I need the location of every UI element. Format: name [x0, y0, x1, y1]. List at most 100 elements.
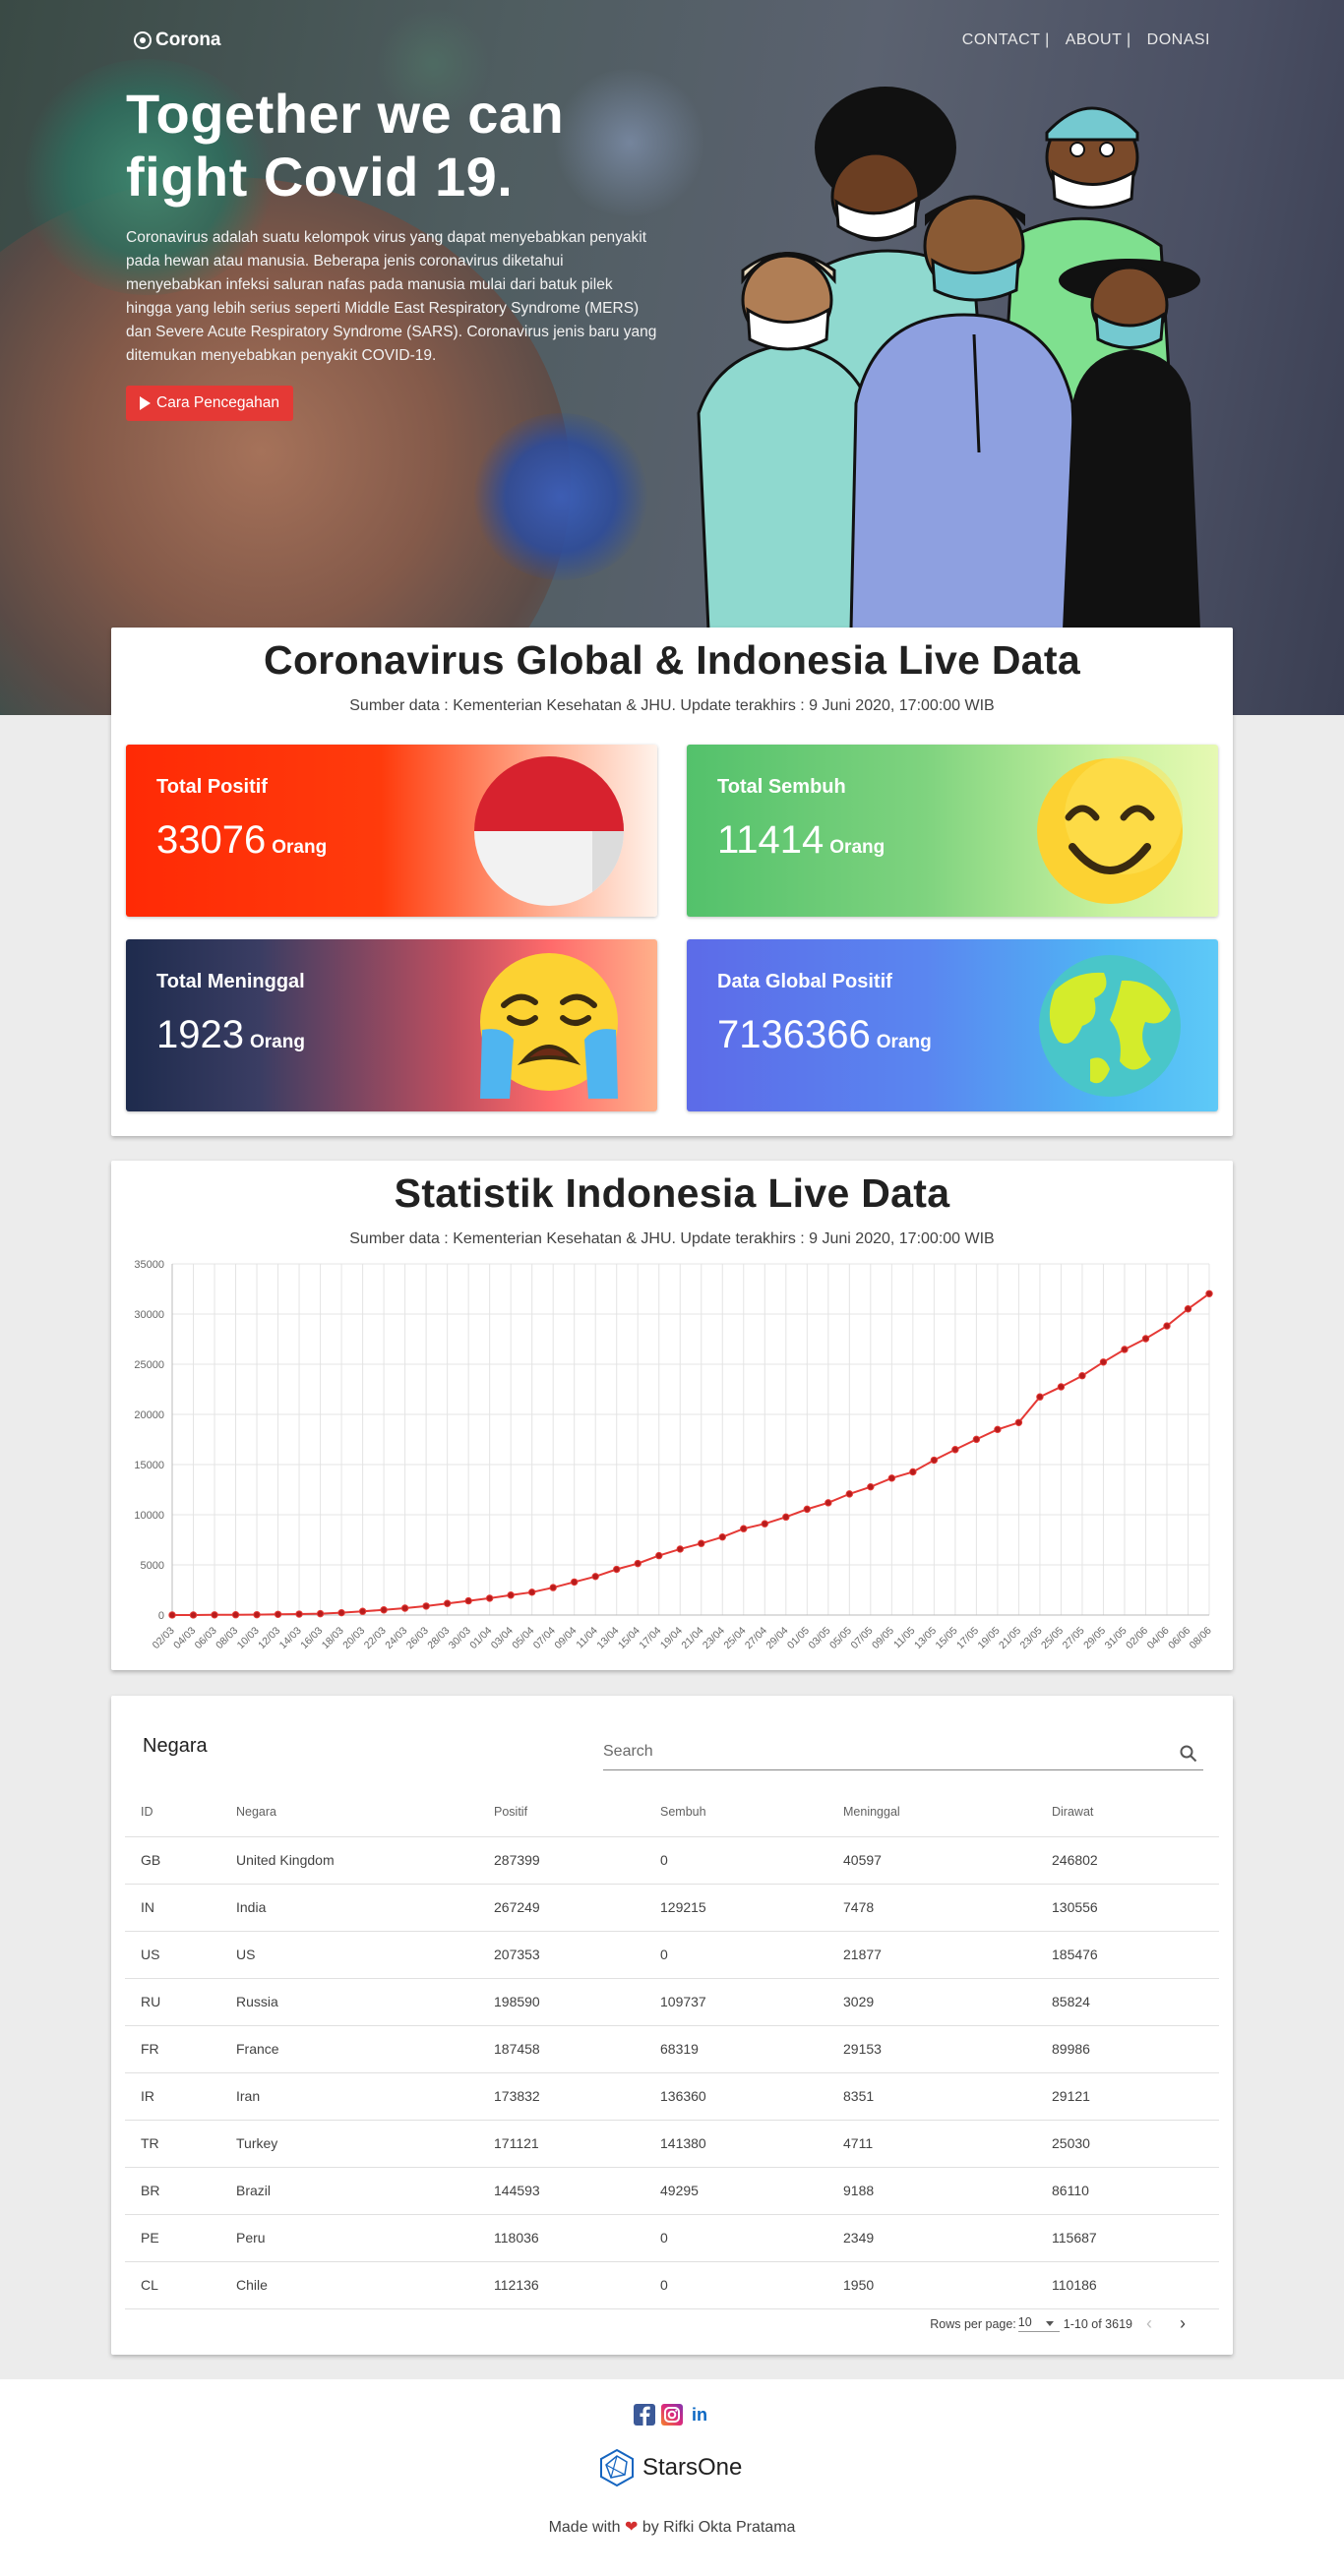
x-tick-label: 19/05	[976, 1625, 1003, 1651]
x-tick-label: 13/05	[912, 1625, 939, 1651]
table-row[interactable]: PE Peru 118036 0 2349 115687	[125, 2214, 1219, 2262]
search-icon[interactable]	[1180, 1745, 1197, 1763]
table-cell: 89986	[1036, 2025, 1219, 2073]
x-tick-label: 14/03	[277, 1625, 304, 1651]
x-tick-label: 20/03	[340, 1625, 367, 1651]
table-cell: 40597	[827, 1836, 1036, 1885]
social-links: in	[634, 2404, 710, 2426]
table-cell: 25030	[1036, 2120, 1219, 2168]
footer: in StarsOne Made with ❤ by Rifki Okta Pr…	[0, 2379, 1344, 2576]
data-point	[464, 1596, 472, 1605]
earth-globe-icon	[1039, 955, 1181, 1097]
table-cell: RU	[125, 1978, 220, 2026]
next-page-icon[interactable]: ›	[1166, 2313, 1199, 2334]
stat-value: 11414	[717, 818, 825, 862]
data-point	[316, 1609, 325, 1618]
x-tick-label: 25/05	[1039, 1625, 1066, 1651]
data-point	[380, 1606, 388, 1614]
table-row[interactable]: FR France 187458 68319 29153 89986	[125, 2025, 1219, 2073]
live-data-card: Coronavirus Global & Indonesia Live Data…	[111, 628, 1233, 1136]
data-point	[845, 1490, 854, 1498]
x-tick-label: 10/03	[235, 1625, 262, 1651]
hero-description: Coronavirus adalah suatu kelompok virus …	[126, 229, 657, 364]
chart-x-axis: 02/0304/0306/0308/0310/0312/0314/0316/03…	[151, 1625, 1214, 1651]
x-tick-label: 05/05	[827, 1625, 854, 1651]
table-row[interactable]: IN India 267249 129215 7478 130556	[125, 1884, 1219, 1932]
column-header-sembuh[interactable]: Sembuh	[644, 1787, 827, 1837]
nav-link-about[interactable]: ABOUT |	[1066, 31, 1131, 49]
table-cell: 0	[644, 2214, 827, 2262]
table-header-row: ID Negara Positif Sembuh Meninggal Diraw…	[125, 1787, 1219, 1837]
y-tick-label: 5000	[141, 1560, 164, 1572]
table-row[interactable]: TR Turkey 171121 141380 4711 25030	[125, 2120, 1219, 2168]
column-header-dirawat[interactable]: Dirawat	[1036, 1787, 1219, 1837]
stat-value-line: 1923 Orang	[156, 1013, 305, 1057]
table-cell: 129215	[644, 1884, 827, 1932]
table-row[interactable]: CL Chile 112136 0 1950 110186	[125, 2261, 1219, 2309]
navbar: Corona CONTACT | ABOUT | DONASI	[0, 30, 1344, 55]
x-tick-label: 23/05	[1018, 1625, 1045, 1651]
table-row[interactable]: GB United Kingdom 287399 0 40597 246802	[125, 1836, 1219, 1885]
previous-page-icon[interactable]: ‹	[1132, 2313, 1166, 2334]
data-point	[1036, 1393, 1044, 1401]
data-point	[1078, 1372, 1086, 1380]
x-tick-label: 12/03	[256, 1625, 282, 1651]
virus-icon	[134, 31, 152, 49]
table-cell: BR	[125, 2167, 220, 2215]
table-cell: PE	[125, 2214, 220, 2262]
linkedin-icon[interactable]: in	[689, 2404, 710, 2426]
table-cell: 3029	[827, 1978, 1036, 2026]
x-tick-label: 02/06	[1124, 1625, 1150, 1651]
hero-title: Together we can fight Covid 19.	[126, 83, 657, 209]
data-point	[1163, 1322, 1171, 1330]
column-header-positif[interactable]: Positif	[478, 1787, 644, 1837]
y-tick-label: 35000	[134, 1259, 164, 1271]
x-tick-label: 09/04	[552, 1625, 579, 1651]
credit-suffix: by Rifki Okta Pratama	[641, 2519, 796, 2536]
x-tick-label: 09/05	[870, 1625, 896, 1651]
column-header-id[interactable]: ID	[125, 1787, 220, 1837]
column-header-negara[interactable]: Negara	[220, 1787, 478, 1837]
smiling-face-icon	[1037, 756, 1183, 904]
x-tick-label: 01/04	[467, 1625, 494, 1651]
rows-per-page-select[interactable]: 10	[1017, 2315, 1060, 2332]
hero-title-line: Together we can	[126, 83, 565, 145]
table-cell: 29121	[1036, 2072, 1219, 2121]
hero-title-line: fight Covid 19.	[126, 146, 514, 208]
table-cell: Peru	[220, 2214, 478, 2262]
nav-link-contact[interactable]: CONTACT |	[962, 31, 1050, 49]
table-cell: GB	[125, 1836, 220, 1885]
table-cell: 287399	[478, 1836, 644, 1885]
chart-title: Statistik Indonesia Live Data	[394, 1170, 950, 1216]
data-point	[698, 1539, 705, 1547]
x-tick-label: 08/06	[1188, 1625, 1214, 1651]
table-cell: 115687	[1036, 2214, 1219, 2262]
table-cell: 118036	[478, 2214, 644, 2262]
search-input[interactable]	[603, 1739, 1154, 1761]
data-point	[718, 1532, 726, 1541]
facebook-icon[interactable]	[634, 2404, 655, 2426]
nav-link-donasi[interactable]: DONASI	[1147, 31, 1210, 49]
table-cell: IN	[125, 1884, 220, 1932]
instagram-icon[interactable]	[661, 2404, 683, 2426]
brand-logo[interactable]: Corona	[134, 30, 221, 51]
x-tick-label: 13/04	[594, 1625, 621, 1651]
table-cell: 4711	[827, 2120, 1036, 2168]
table-row[interactable]: RU Russia 198590 109737 3029 85824	[125, 1978, 1219, 2026]
prevention-button[interactable]: Cara Pencegahan	[126, 386, 293, 421]
stat-value: 1923	[156, 1013, 244, 1056]
column-header-meninggal[interactable]: Meninggal	[827, 1787, 1036, 1837]
data-point	[231, 1611, 240, 1619]
table-cell: 68319	[644, 2025, 827, 2073]
table-row[interactable]: IR Iran 173832 136360 8351 29121	[125, 2072, 1219, 2121]
table-cell: 185476	[1036, 1931, 1219, 1979]
data-point	[400, 1604, 409, 1612]
table-cell: 198590	[478, 1978, 644, 2026]
data-point	[337, 1608, 345, 1617]
data-point	[591, 1573, 599, 1581]
data-point	[930, 1456, 939, 1465]
table-cell: 7478	[827, 1884, 1036, 1932]
stat-label: Data Global Positif	[717, 971, 892, 992]
table-row[interactable]: BR Brazil 144593 49295 9188 86110	[125, 2167, 1219, 2215]
table-row[interactable]: US US 207353 0 21877 185476	[125, 1931, 1219, 1979]
